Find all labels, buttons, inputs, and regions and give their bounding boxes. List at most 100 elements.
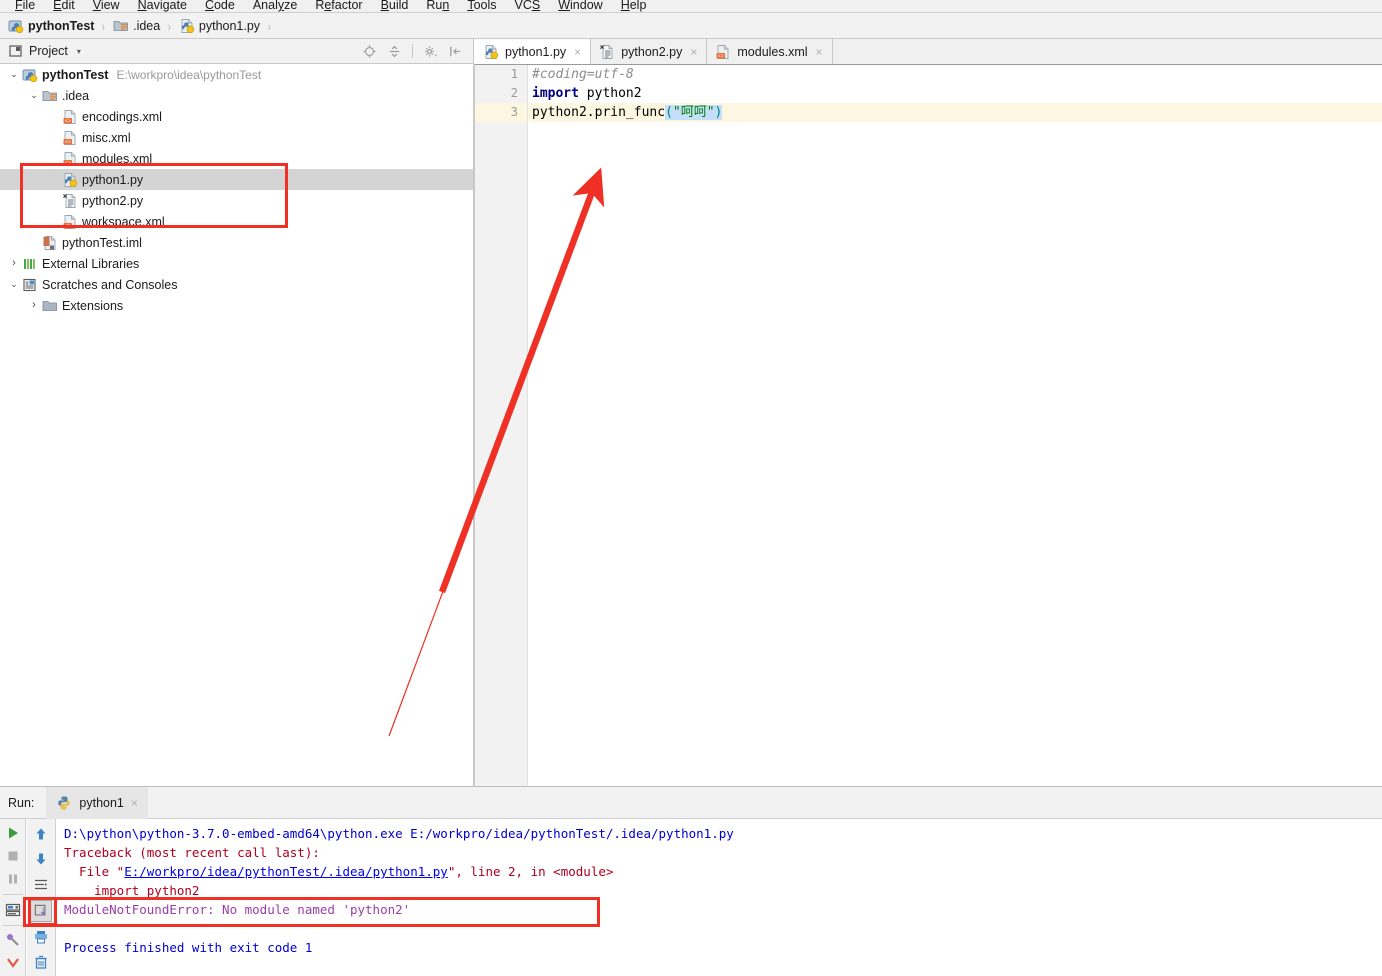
down-arrow-icon[interactable] bbox=[30, 849, 52, 871]
console-line-0: D:\python\python-3.7.0-embed-amd64\pytho… bbox=[57, 824, 1382, 843]
menu-item-navigate[interactable]: Navigate bbox=[129, 0, 196, 12]
editor-tab-python1-py[interactable]: python1.py × bbox=[475, 39, 592, 64]
run-tab-bar: Run: python1 × bbox=[0, 786, 1382, 819]
print-icon[interactable] bbox=[30, 926, 52, 948]
code-line-1[interactable]: #coding=utf-8 bbox=[529, 65, 1382, 84]
menu-item-run[interactable]: Run bbox=[417, 0, 458, 12]
close-icon[interactable]: × bbox=[574, 45, 581, 59]
tree-row-workspace-xml[interactable]: <> workspace.xml bbox=[0, 211, 473, 232]
python-file-icon bbox=[179, 18, 195, 34]
tree-row-misc-xml[interactable]: <> misc.xml bbox=[0, 127, 473, 148]
project-tree[interactable]: ⌄ pythonTest E:\workpro\idea\pythonTest ⌄ .i… bbox=[0, 64, 474, 786]
menu-item-build[interactable]: Build bbox=[372, 0, 418, 12]
run-tab-python1[interactable]: python1 × bbox=[46, 786, 148, 819]
up-arrow-icon[interactable] bbox=[30, 823, 52, 845]
breadcrumb: pythonTest › .idea › python1.py › bbox=[0, 13, 1382, 39]
menu-item-view[interactable]: View bbox=[84, 0, 129, 12]
collapse-all-icon[interactable] bbox=[387, 44, 402, 59]
breadcrumb-separator: › bbox=[102, 17, 106, 34]
tree-twisty-expanded[interactable]: ⌄ bbox=[6, 64, 22, 85]
close-icon[interactable]: × bbox=[816, 45, 823, 59]
breadcrumb-label: pythonTest bbox=[28, 18, 95, 33]
console-line-5 bbox=[57, 919, 1382, 938]
code-line-3[interactable]: python2.prin_func("呵呵") bbox=[529, 103, 1382, 122]
breadcrumb-item-0[interactable]: pythonTest bbox=[8, 18, 94, 34]
hide-panel-icon[interactable] bbox=[448, 44, 463, 59]
menu-item-file[interactable]: File bbox=[6, 0, 44, 12]
tree-row-label: Extensions bbox=[62, 298, 124, 313]
close-icon[interactable]: × bbox=[131, 796, 138, 810]
run-icon[interactable] bbox=[2, 823, 24, 842]
tree-row-label: Scratches and Consoles bbox=[42, 277, 178, 292]
tree-row-python1-py[interactable]: python1.py bbox=[0, 169, 473, 190]
toolbar-divider bbox=[412, 44, 413, 58]
tree-row-modules-xml[interactable]: <> modules.xml bbox=[0, 148, 473, 169]
console-text: File " bbox=[64, 864, 125, 879]
tree-row-label: python1.py bbox=[82, 172, 144, 187]
python-run-icon bbox=[56, 795, 72, 811]
folder-idea-icon bbox=[42, 88, 58, 104]
tree-row-external-libraries[interactable]: › External Libraries bbox=[0, 253, 473, 274]
code-editor[interactable]: 123 #coding=utf-8 import python2 python2.p… bbox=[475, 65, 1382, 786]
text-file-excluded-icon bbox=[599, 44, 615, 60]
scratches-icon bbox=[22, 277, 38, 293]
settings-gear-icon[interactable] bbox=[423, 44, 438, 59]
svg-text:<>: <> bbox=[65, 223, 71, 229]
locate-icon[interactable] bbox=[362, 44, 377, 59]
tree-twisty-expanded[interactable]: ⌄ bbox=[26, 85, 42, 106]
menu-item-analyze[interactable]: Analyze bbox=[244, 0, 306, 12]
menu-item-code[interactable]: Code bbox=[196, 0, 244, 12]
svg-text:<>: <> bbox=[718, 53, 724, 59]
menu-item-vcs[interactable]: VCS bbox=[506, 0, 550, 12]
editor-tab-python2-py[interactable]: python2.py × bbox=[591, 39, 708, 64]
soft-wrap-icon[interactable] bbox=[30, 874, 52, 896]
svg-text:<>: <> bbox=[65, 160, 71, 166]
menu-item-edit[interactable]: Edit bbox=[44, 0, 84, 12]
console-file-link[interactable]: E:/workpro/idea/pythonTest/.idea/python1… bbox=[124, 864, 448, 879]
console-text: Process finished with exit code 1 bbox=[64, 940, 313, 955]
tree-twisty-collapsed[interactable]: › bbox=[6, 253, 22, 274]
code-line-2[interactable]: import python2 bbox=[529, 84, 1382, 103]
tree-row--idea[interactable]: ⌄ .idea bbox=[0, 85, 473, 106]
project-panel-label: Project bbox=[29, 44, 68, 58]
console-line-2: File "E:/workpro/idea/pythonTest/.idea/p… bbox=[57, 862, 1382, 881]
tree-twisty-expanded[interactable]: ⌄ bbox=[6, 274, 22, 295]
tree-row-python2-py[interactable]: python2.py bbox=[0, 190, 473, 211]
breadcrumb-item-2[interactable]: python1.py bbox=[179, 18, 260, 34]
pause-icon[interactable] bbox=[2, 869, 24, 888]
tree-row-pythontest-iml[interactable]: pythonTest.iml bbox=[0, 232, 473, 253]
menu-item-refactor[interactable]: Refactor bbox=[306, 0, 371, 12]
stop-icon[interactable] bbox=[2, 846, 24, 865]
python-file-icon bbox=[483, 44, 499, 60]
print-toggle-icon[interactable] bbox=[2, 900, 24, 919]
tree-twisty-none bbox=[46, 106, 62, 127]
xml-file-icon: <> bbox=[62, 130, 78, 146]
tree-row-encodings-xml[interactable]: <> encodings.xml bbox=[0, 106, 473, 127]
tree-row-extensions[interactable]: › Extensions bbox=[0, 295, 473, 316]
close-icon[interactable]: × bbox=[690, 45, 697, 59]
down-chevron-icon[interactable] bbox=[2, 954, 24, 973]
tree-twisty-none bbox=[46, 211, 62, 232]
editor-tab-label: python2.py bbox=[621, 44, 683, 59]
toolbar-divider bbox=[2, 925, 23, 926]
project-panel-title-group[interactable]: Project ▾ bbox=[8, 43, 81, 59]
chevron-down-icon[interactable]: ▾ bbox=[77, 47, 81, 56]
project-panel-header: Project ▾ bbox=[0, 39, 474, 64]
scroll-to-end-icon[interactable] bbox=[30, 899, 52, 922]
editor-code-area[interactable]: #coding=utf-8 import python2 python2.prin_… bbox=[529, 65, 1382, 786]
menu-item-window[interactable]: Window bbox=[549, 0, 611, 12]
toolbar-divider bbox=[2, 894, 23, 895]
console-output[interactable]: D:\python\python-3.7.0-embed-amd64\pytho… bbox=[57, 819, 1382, 976]
iml-file-icon bbox=[42, 235, 58, 251]
trash-icon[interactable] bbox=[30, 951, 52, 973]
tree-row-scratches-and-consoles[interactable]: ⌄ Scratches and Consoles bbox=[0, 274, 473, 295]
breadcrumb-item-1[interactable]: .idea bbox=[113, 18, 160, 34]
tree-row-pythontest[interactable]: ⌄ pythonTest E:\workpro\idea\pythonTest bbox=[0, 64, 473, 85]
console-text: Traceback (most recent call last): bbox=[64, 845, 320, 860]
editor-tab-modules-xml[interactable]: <> modules.xml × bbox=[707, 39, 833, 64]
tree-row-label: pythonTest bbox=[42, 67, 109, 82]
menu-item-tools[interactable]: Tools bbox=[458, 0, 505, 12]
trace-icon[interactable] bbox=[2, 931, 24, 950]
menu-item-help[interactable]: Help bbox=[612, 0, 656, 12]
tree-twisty-collapsed[interactable]: › bbox=[26, 295, 42, 316]
